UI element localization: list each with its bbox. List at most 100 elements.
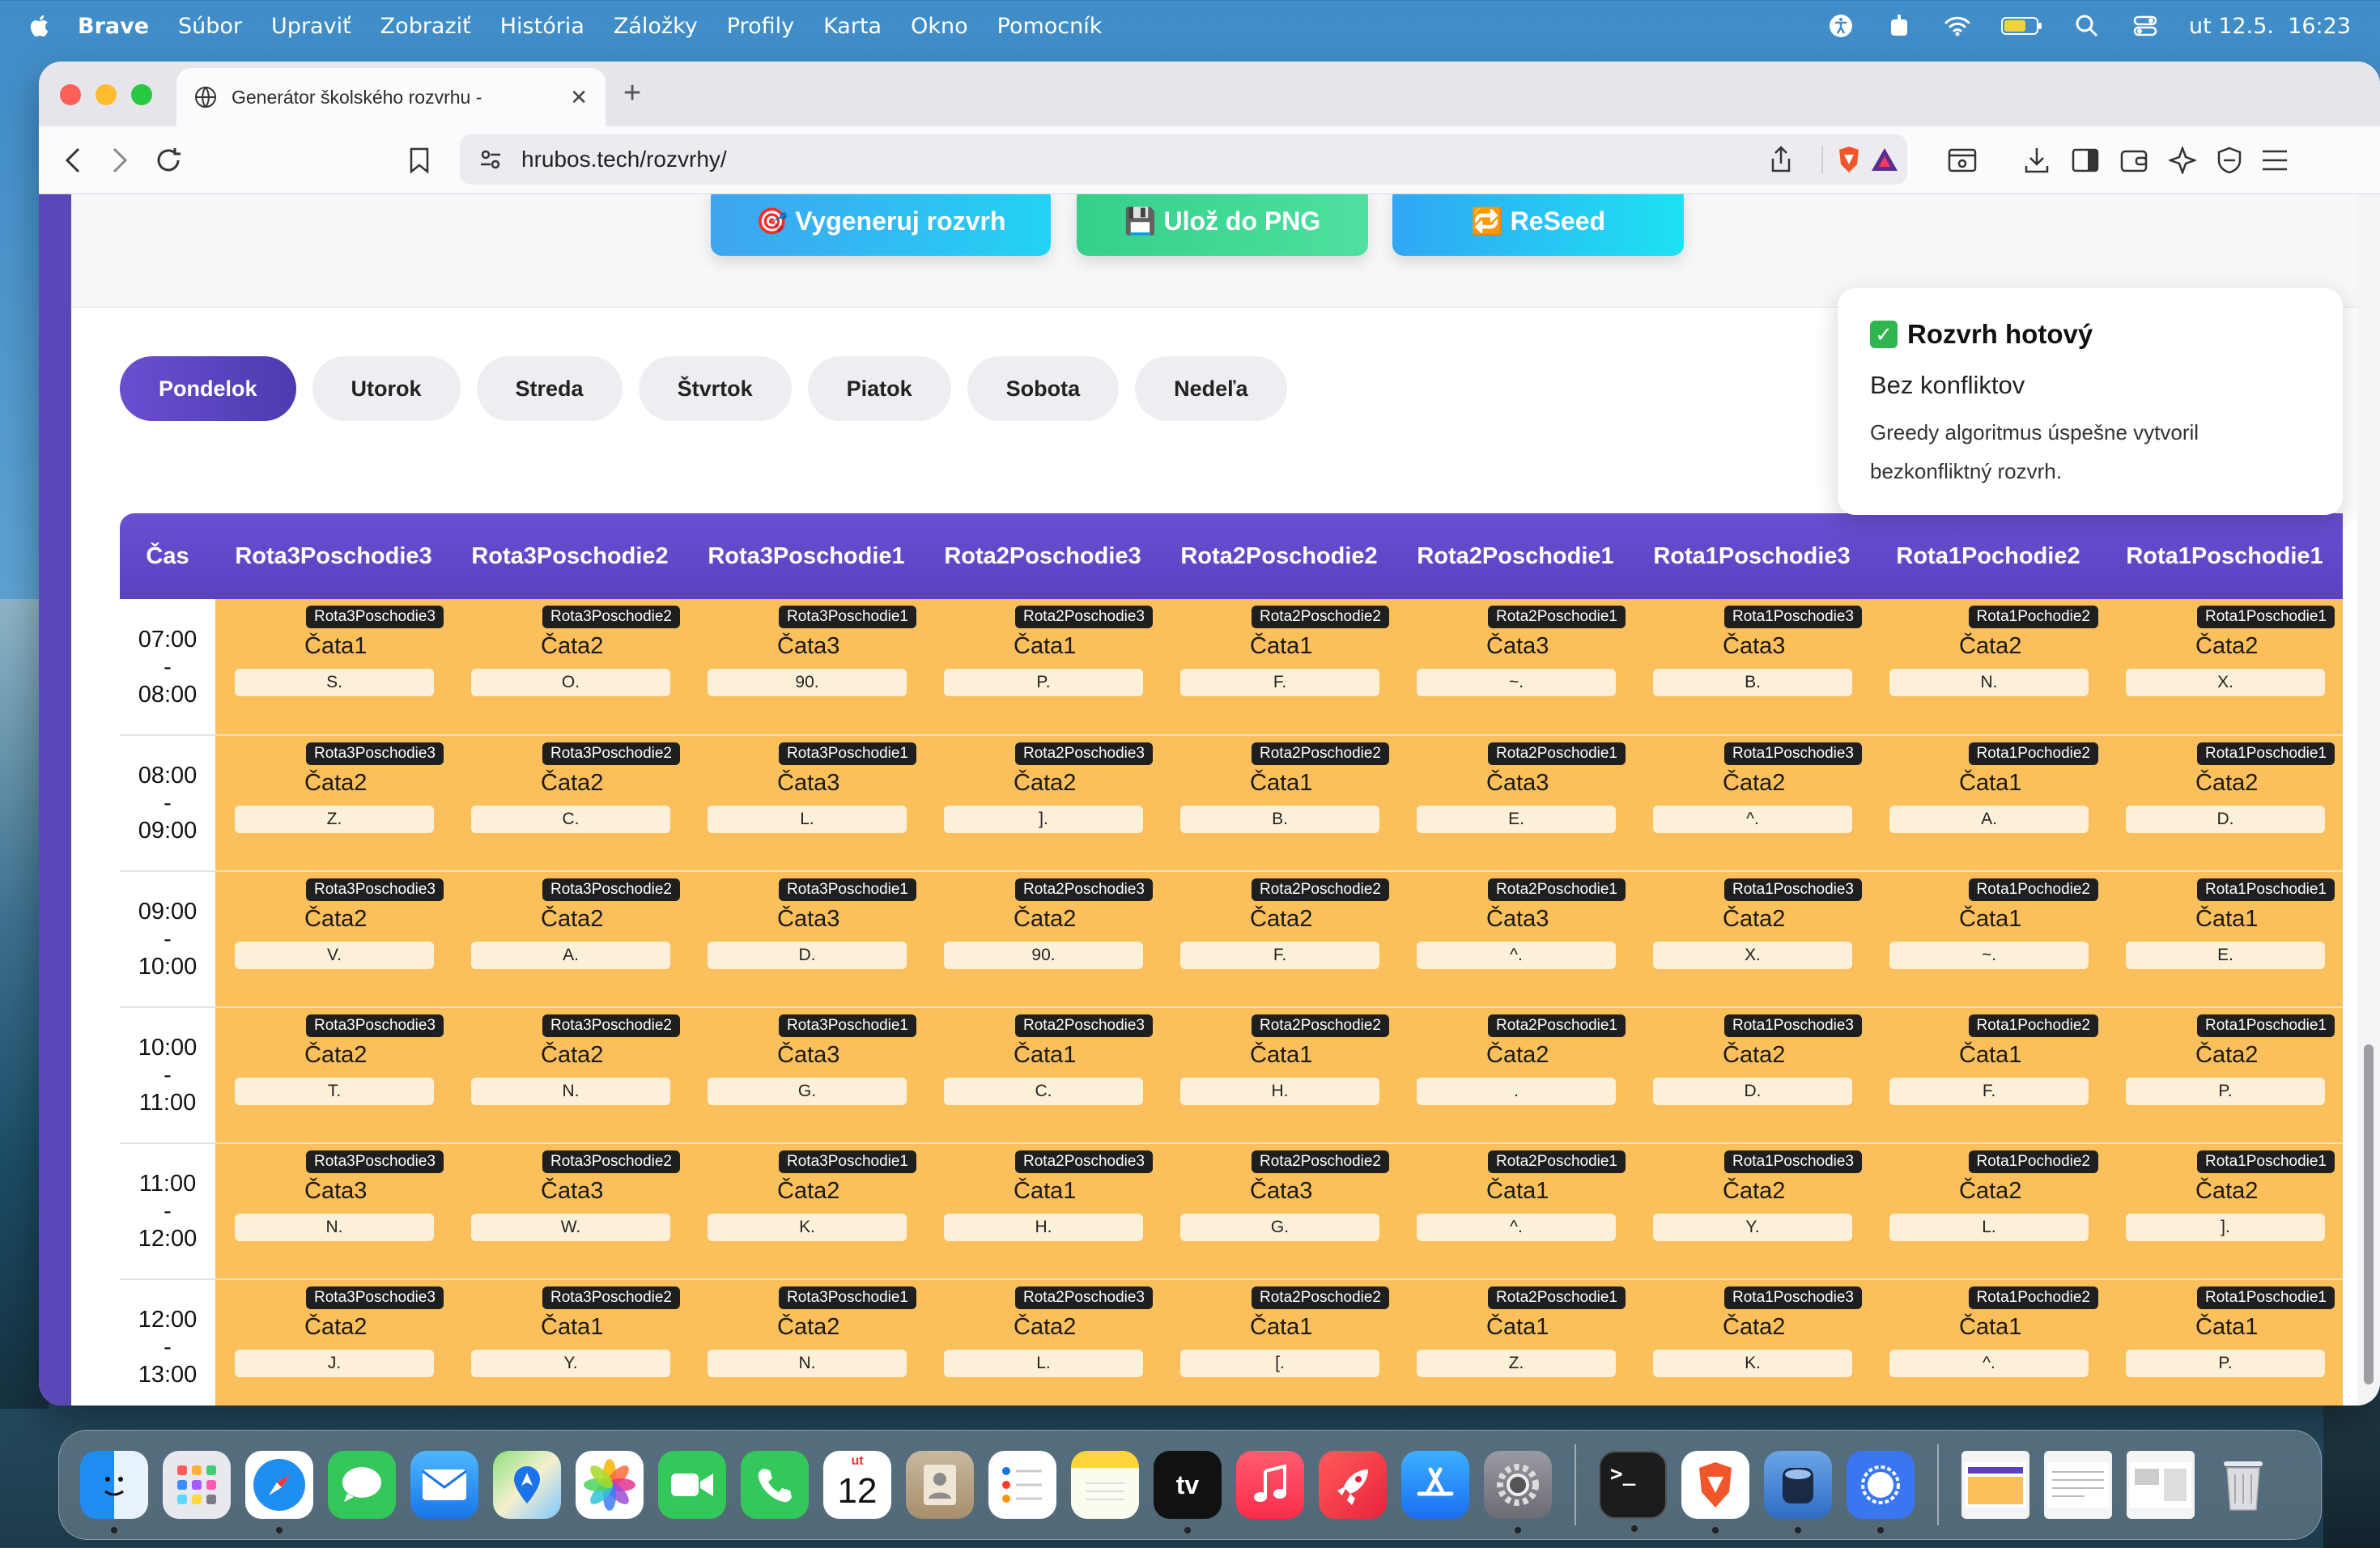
browser-tab[interactable]: Generátor školského rozvrhu - ✕	[176, 68, 606, 126]
lesson-cell[interactable]: Rota2Poschodie2 Čata1 B.	[1161, 735, 1397, 872]
signal-icon[interactable]	[1847, 1451, 1915, 1533]
lesson-cell[interactable]: Rota3Poschodie2 Čata3 W.	[452, 1143, 688, 1280]
menu-edit[interactable]: Upraviť	[271, 14, 351, 39]
tab-nedela[interactable]: Nedeľa	[1135, 356, 1287, 421]
close-window-button[interactable]	[60, 84, 81, 105]
brave-icon[interactable]	[1681, 1451, 1749, 1533]
lesson-cell[interactable]: Rota3Poschodie2 Čata2 N.	[452, 1007, 688, 1144]
lesson-cell[interactable]: Rota1Poschodie1 Čata1 P.	[2106, 1279, 2343, 1406]
lesson-cell[interactable]: Rota3Poschodie1 Čata3 90.	[688, 599, 924, 736]
lesson-cell[interactable]: Rota3Poschodie1 Čata3 L.	[688, 735, 924, 872]
lesson-cell[interactable]: Rota1Poschodie3 Čata2 Y.	[1634, 1143, 1870, 1280]
zoom-window-button[interactable]	[131, 84, 152, 105]
lesson-cell[interactable]: Rota2Poschodie2 Čata1 H.	[1161, 1007, 1397, 1144]
menu-tab[interactable]: Karta	[823, 14, 882, 39]
safari-icon[interactable]	[245, 1451, 313, 1533]
lesson-cell[interactable]: Rota2Poschodie1 Čata2.	[1397, 1007, 1634, 1144]
maps-icon[interactable]	[493, 1451, 561, 1519]
menu-brave[interactable]: Brave	[78, 14, 149, 39]
lesson-cell[interactable]: Rota2Poschodie2 Čata1 [.	[1161, 1279, 1397, 1406]
accessibility-status-icon[interactable]	[1826, 11, 1855, 40]
tv-icon[interactable]: tv	[1154, 1451, 1222, 1533]
search-icon[interactable]	[2072, 11, 2102, 40]
tab-streda[interactable]: Streda	[476, 356, 623, 421]
lesson-cell[interactable]: Rota1Pochodie2 Čata1 F.	[1870, 1007, 2106, 1144]
forward-button[interactable]	[102, 142, 138, 178]
lesson-cell[interactable]: Rota1Poschodie3 Čata2 ^.	[1634, 735, 1870, 872]
phone-icon[interactable]	[741, 1451, 809, 1519]
lesson-cell[interactable]: Rota1Poschodie3 Čata3 B.	[1634, 599, 1870, 736]
lesson-cell[interactable]: Rota3Poschodie3 Čata1 S.	[215, 599, 452, 736]
lesson-cell[interactable]: Rota2Poschodie1 Čata3 ^.	[1397, 871, 1634, 1008]
menu-bookmarks[interactable]: Záložky	[614, 14, 698, 39]
lesson-cell[interactable]: Rota1Pochodie2 Čata1 A.	[1870, 735, 2106, 872]
close-tab-icon[interactable]: ✕	[570, 85, 588, 110]
app-store-icon[interactable]	[1401, 1451, 1469, 1519]
lesson-cell[interactable]: Rota3Poschodie3 Čata3 N.	[215, 1143, 452, 1280]
lesson-cell[interactable]: Rota3Poschodie3 Čata2 J.	[215, 1279, 452, 1406]
site-settings-icon[interactable]	[478, 147, 504, 172]
lesson-cell[interactable]: Rota3Poschodie2 Čata2 O.	[452, 599, 688, 736]
lesson-cell[interactable]: Rota2Poschodie1 Čata3 ~.	[1397, 599, 1634, 736]
page-scrollbar[interactable]	[2357, 194, 2380, 1406]
lesson-cell[interactable]: Rota2Poschodie2 Čata2 F.	[1161, 871, 1397, 1008]
lesson-cell[interactable]: Rota1Pochodie2 Čata2 L.	[1870, 1143, 2106, 1280]
recent-window-1[interactable]	[1961, 1451, 2029, 1519]
lesson-cell[interactable]: Rota1Poschodie1 Čata2 P.	[2106, 1007, 2343, 1144]
lesson-cell[interactable]: Rota3Poschodie2 Čata1 Y.	[452, 1279, 688, 1406]
tab-pondelok[interactable]: Pondelok	[120, 356, 296, 421]
reload-button[interactable]	[151, 142, 186, 178]
lesson-cell[interactable]: Rota2Poschodie2 Čata3 G.	[1161, 1143, 1397, 1280]
address-bar[interactable]: hrubos.tech/rozvrhy/	[460, 134, 1907, 185]
lesson-cell[interactable]: Rota1Poschodie3 Čata2 X.	[1634, 871, 1870, 1008]
sidebar-icon[interactable]	[2068, 142, 2103, 178]
bookmark-icon[interactable]	[402, 142, 437, 178]
lesson-cell[interactable]: Rota1Poschodie1 Čata2].	[2106, 1143, 2343, 1280]
lesson-cell[interactable]: Rota3Poschodie1 Čata3 D.	[688, 871, 924, 1008]
tab-piatok[interactable]: Piatok	[807, 356, 951, 421]
lesson-cell[interactable]: Rota3Poschodie1 Čata2 K.	[688, 1143, 924, 1280]
recent-window-2[interactable]	[2044, 1451, 2112, 1519]
messages-icon[interactable]	[328, 1451, 396, 1519]
lesson-cell[interactable]: Rota3Poschodie1 Čata3 G.	[688, 1007, 924, 1144]
lesson-cell[interactable]: Rota2Poschodie3 Čata1 P.	[924, 599, 1161, 736]
trash-icon[interactable]	[2209, 1451, 2277, 1519]
lesson-cell[interactable]: Rota3Poschodie2 Čata2 C.	[452, 735, 688, 872]
scrollbar-thumb[interactable]	[2364, 1044, 2374, 1384]
success-toast[interactable]: ✓ Rozvrh hotový Bez konfliktov Greedy al…	[1838, 288, 2343, 515]
recent-window-3[interactable]	[2127, 1451, 2195, 1519]
rocket-icon[interactable]	[1319, 1451, 1387, 1519]
reader-mode-icon[interactable]	[1944, 142, 1980, 178]
lesson-cell[interactable]: Rota1Pochodie2 Čata2 N.	[1870, 599, 2106, 736]
tab-utorok[interactable]: Utorok	[312, 356, 461, 421]
drive-icon[interactable]	[1764, 1451, 1832, 1533]
calendar-icon[interactable]: ut 12	[823, 1451, 891, 1519]
lesson-cell[interactable]: Rota2Poschodie1 Čata3 E.	[1397, 735, 1634, 872]
mail-icon[interactable]	[410, 1451, 478, 1519]
wallet-icon[interactable]	[2116, 142, 2152, 178]
menu-file[interactable]: Súbor	[178, 14, 242, 39]
lesson-cell[interactable]: Rota3Poschodie2 Čata2 A.	[452, 871, 688, 1008]
tab-stvrtok[interactable]: Štvrtok	[638, 356, 792, 421]
brave-rewards-icon[interactable]	[1870, 147, 1899, 172]
reseed-button[interactable]: 🔁 ReSeed	[1392, 194, 1684, 256]
menu-help[interactable]: Pomocník	[997, 14, 1103, 39]
lesson-cell[interactable]: Rota2Poschodie1 Čata1 Z.	[1397, 1279, 1634, 1406]
apple-icon[interactable]	[28, 12, 53, 40]
facetime-icon[interactable]	[658, 1451, 726, 1519]
lesson-cell[interactable]: Rota3Poschodie3 Čata2 T.	[215, 1007, 452, 1144]
lesson-cell[interactable]: Rota1Pochodie2 Čata1 ^.	[1870, 1279, 2106, 1406]
photos-icon[interactable]	[576, 1451, 644, 1519]
lesson-cell[interactable]: Rota2Poschodie3 Čata2].	[924, 735, 1161, 872]
menubar-clock[interactable]: ut 12.5. 16:23	[2189, 14, 2351, 39]
terminal-icon[interactable]: >_	[1599, 1451, 1667, 1532]
menu-view[interactable]: Zobraziť	[380, 14, 471, 39]
menu-history[interactable]: História	[500, 14, 584, 39]
menu-window[interactable]: Okno	[911, 14, 968, 39]
share-icon[interactable]	[1770, 146, 1792, 173]
lesson-cell[interactable]: Rota2Poschodie3 Čata2 90.	[924, 871, 1161, 1008]
vpn-icon[interactable]	[2212, 142, 2247, 178]
lesson-cell[interactable]: Rota2Poschodie2 Čata1 F.	[1161, 599, 1397, 736]
lesson-cell[interactable]: Rota1Pochodie2 Čata1 ~.	[1870, 871, 2106, 1008]
lesson-cell[interactable]: Rota1Poschodie1 Čata1 E.	[2106, 871, 2343, 1008]
